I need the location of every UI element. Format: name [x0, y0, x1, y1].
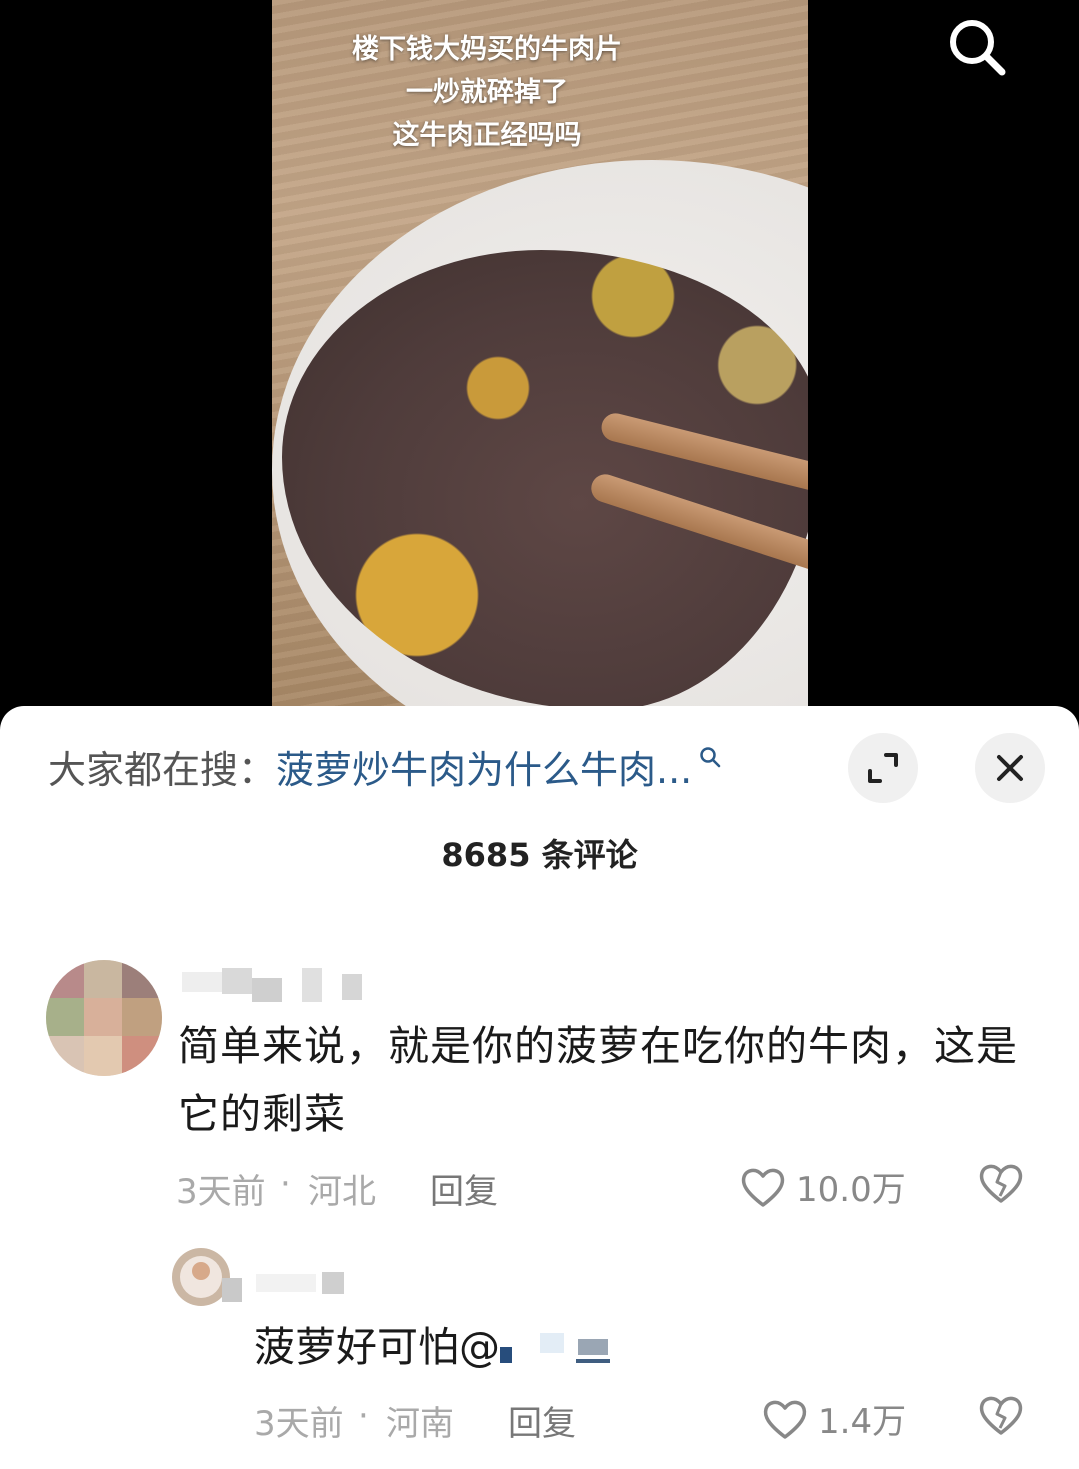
trending-search-label: 大家都在搜： [48, 747, 277, 792]
video-area[interactable]: 楼下钱大妈买的牛肉片 一炒就碎掉了 这牛肉正经吗吗 [0, 0, 1079, 720]
close-icon [997, 755, 1023, 781]
meta-separator: · [358, 1396, 369, 1436]
caption-line: 楼下钱大妈买的牛肉片 [352, 34, 622, 65]
reply-text: 菠萝好可怕@ [254, 1323, 500, 1371]
caption-line: 这牛肉正经吗吗 [392, 120, 582, 151]
like-count: 10.0万 [796, 1170, 906, 1210]
like-count: 1.4万 [818, 1402, 907, 1442]
broken-heart-icon [979, 1396, 1023, 1435]
search-button[interactable] [944, 14, 1008, 78]
trending-search: 大家都在搜： 菠萝炒牛肉为什么牛肉... [48, 736, 808, 796]
avatar[interactable] [46, 960, 162, 1076]
trending-search-link[interactable]: 菠萝炒牛肉为什么牛肉... [276, 739, 692, 794]
video-caption: 楼下钱大妈买的牛肉片 一炒就碎掉了 这牛肉正经吗吗 [272, 28, 702, 157]
search-icon [950, 20, 1006, 76]
mentioned-user[interactable] [500, 1325, 618, 1369]
caption-line: 一炒就碎掉了 [406, 77, 568, 108]
comments-sheet: 大家都在搜： 菠萝炒牛肉为什么牛肉... 8685 条评论 简单来说，就是你的菠… [0, 706, 1079, 1469]
reply-time: 3天前 [254, 1404, 344, 1444]
reply-location: 河南 [386, 1404, 454, 1444]
comment-count: 8685 条评论 [441, 836, 638, 874]
username[interactable] [222, 1272, 344, 1302]
search-icon [700, 747, 721, 768]
username[interactable] [182, 968, 362, 1002]
reply-text-row: 菠萝好可怕@ [254, 1320, 618, 1374]
broken-heart-icon [979, 1164, 1023, 1203]
close-button[interactable] [975, 733, 1045, 803]
comment-location: 河北 [308, 1172, 376, 1212]
app-root: 楼下钱大妈买的牛肉片 一炒就碎掉了 这牛肉正经吗吗 大家都在搜： 菠萝炒牛肉为什… [0, 0, 1079, 1469]
dislike-button[interactable] [978, 1162, 1024, 1208]
heart-icon [763, 1400, 807, 1439]
like-button[interactable]: 10.0万 [740, 1162, 906, 1211]
expand-button[interactable] [848, 733, 918, 803]
like-button[interactable]: 1.4万 [762, 1394, 906, 1443]
reply-button[interactable]: 回复 [508, 1396, 576, 1445]
comment-text: 简单来说，就是你的菠萝在吃你的牛肉，这是它的剩菜 [178, 1022, 1018, 1138]
meta-separator: · [280, 1164, 291, 1204]
expand-icon [868, 753, 898, 783]
dislike-button[interactable] [978, 1394, 1024, 1440]
comment-time: 3天前 [176, 1172, 266, 1212]
reply-button[interactable]: 回复 [430, 1164, 498, 1213]
heart-icon [741, 1168, 785, 1207]
